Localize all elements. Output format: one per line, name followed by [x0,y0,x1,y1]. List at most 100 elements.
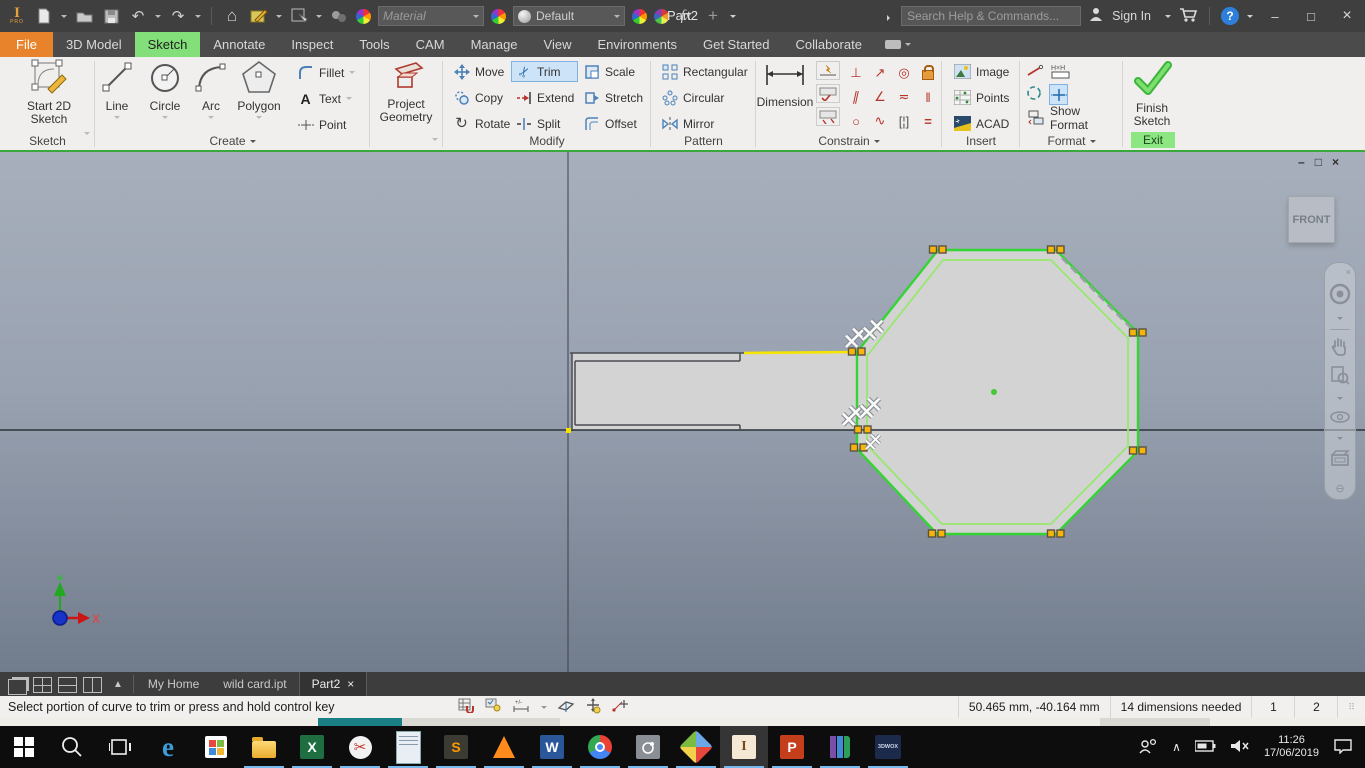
constraint-fix-button[interactable] [916,61,940,85]
microsoft-store-icon[interactable] [192,726,240,768]
constraint-tangent-button[interactable]: ○ [844,109,868,133]
insert-points-button[interactable]: Points [950,87,1013,108]
doc-tab-wild-card[interactable]: wild card.ipt [211,672,298,696]
navbar-close-icon[interactable]: × [1346,267,1351,277]
material-combo[interactable]: Material [378,6,484,26]
split-button[interactable]: Split [511,113,578,134]
copy-button[interactable]: Copy [449,87,514,108]
new-file-icon[interactable] [34,6,54,26]
start-2d-sketch-button[interactable]: Start 2D Sketch [18,59,80,126]
centerline-icon[interactable] [1026,84,1043,103]
excel-icon[interactable]: X [288,726,336,768]
panel-label-constrain[interactable]: Constrain [756,134,942,148]
cad-utility-icon[interactable] [624,726,672,768]
dimension-settings-icon[interactable] [816,84,840,103]
circular-pattern-button[interactable]: Circular [657,87,752,108]
task-view-button[interactable] [96,726,144,768]
sublime-text-icon[interactable]: S [432,726,480,768]
view-cube[interactable]: FRONT [1288,196,1335,243]
panel-label-pattern[interactable]: Pattern [651,134,756,148]
edge-icon[interactable]: e [144,726,192,768]
minimize-button[interactable]: – [1261,5,1289,27]
adjust-color-icon[interactable] [632,8,647,24]
3dwox-icon[interactable]: 3DWOX [864,726,912,768]
appearance-combo[interactable]: Default [513,6,625,26]
show-format-button[interactable]: Show Format [1024,104,1123,132]
design-suite-icon[interactable] [672,726,720,768]
move-button[interactable]: Move [449,61,514,82]
extend-button[interactable]: Extend [511,87,578,108]
tab-environments[interactable]: Environments [585,32,690,57]
constraint-equal-button[interactable]: = [916,109,940,133]
search-input[interactable] [901,6,1082,26]
home-icon[interactable]: ⌂ [222,6,242,26]
tab-sketch[interactable]: Sketch [134,32,201,57]
stretch-button[interactable]: Stretch [579,87,647,108]
qat-add-icon[interactable]: + [703,6,723,26]
constraint-settings-icon[interactable] [816,107,840,126]
offset-button[interactable]: Offset [579,113,647,134]
constraint-symmetric-button[interactable]: [¦] [892,109,916,133]
tray-expand-chevron-icon[interactable]: ∧ [1172,740,1181,754]
circle-button[interactable]: Circle [141,59,189,122]
tile-vertical-icon[interactable] [83,677,102,693]
help-icon[interactable]: ? [1221,7,1239,25]
maximize-button[interactable]: □ [1297,5,1325,27]
panel-label-modify[interactable]: Modify [443,134,651,148]
doc-restore-button[interactable]: □ [1315,155,1322,169]
color-wheel-icon[interactable] [356,8,371,24]
snipping-tool-icon[interactable]: ✂ [336,726,384,768]
battery-icon[interactable] [1194,739,1216,755]
expand-tabs-icon[interactable]: ▲ [113,679,123,696]
doc-close-button[interactable]: × [1332,155,1339,169]
chrome-icon[interactable] [576,726,624,768]
redo-caret[interactable] [195,14,201,21]
insert-acad-button[interactable]: ACAD [950,113,1013,134]
panel-label-insert[interactable]: Insert [942,134,1020,148]
tab-collaborate[interactable]: Collaborate [782,32,875,57]
select-caret[interactable] [316,14,322,21]
line-button[interactable]: Line [95,59,139,122]
volume-muted-icon[interactable] [1230,739,1250,756]
construction-line-icon[interactable] [1026,61,1044,80]
zoom-icon[interactable] [1330,365,1350,388]
dimension-display-icon[interactable]: +/- [512,698,531,716]
doc-tab-part2[interactable]: Part2 × [298,672,368,696]
tab-get-started[interactable]: Get Started [690,32,782,57]
tab-3d-model[interactable]: 3D Model [53,32,135,57]
text-button[interactable]: A Text [293,88,359,109]
sketch-tool-icon[interactable] [249,6,269,26]
open-file-icon[interactable] [74,6,94,26]
spheres-icon[interactable] [329,6,349,26]
powerpoint-icon[interactable]: P [768,726,816,768]
orbit-icon[interactable] [1329,409,1351,428]
tab-inspect[interactable]: Inspect [278,32,346,57]
rectangular-pattern-button[interactable]: Rectangular [657,61,752,82]
constraint-parallel-button[interactable]: ∥ [841,85,870,109]
center-point-icon[interactable] [1049,84,1068,105]
tab-view[interactable]: View [531,32,585,57]
constraint-smooth-button[interactable]: ∿ [868,109,892,133]
constraint-coincident-button[interactable]: ⊥ [844,61,868,85]
navigation-wheel-icon[interactable] [1329,283,1351,308]
winrar-icon[interactable] [816,726,864,768]
constraint-collinear-button[interactable]: ↗ [868,61,892,85]
polygon-button[interactable]: Polygon [231,59,287,122]
point-button[interactable]: Point [293,114,359,135]
notepad-icon[interactable] [384,726,432,768]
tile-horizontal-icon[interactable] [58,677,77,693]
store-cart-icon[interactable] [1179,7,1198,26]
constraint-concentric-button[interactable]: ◎ [892,61,916,85]
clear-color-icon[interactable] [654,8,669,24]
doc-minimize-button[interactable]: – [1298,155,1305,169]
undo-caret[interactable] [155,14,161,21]
qat-customize-caret[interactable] [730,14,736,21]
sign-in-button[interactable]: Sign In [1112,9,1151,23]
tab-file[interactable]: File [0,32,53,57]
close-button[interactable]: × [1333,5,1361,27]
panel-label-sketch[interactable]: Sketch [0,134,95,148]
search-expand-caret[interactable] [887,14,894,21]
redo-icon[interactable]: ↷ [168,6,188,26]
ribbon-display-toggle[interactable] [875,32,921,57]
pan-icon[interactable] [1330,336,1350,359]
